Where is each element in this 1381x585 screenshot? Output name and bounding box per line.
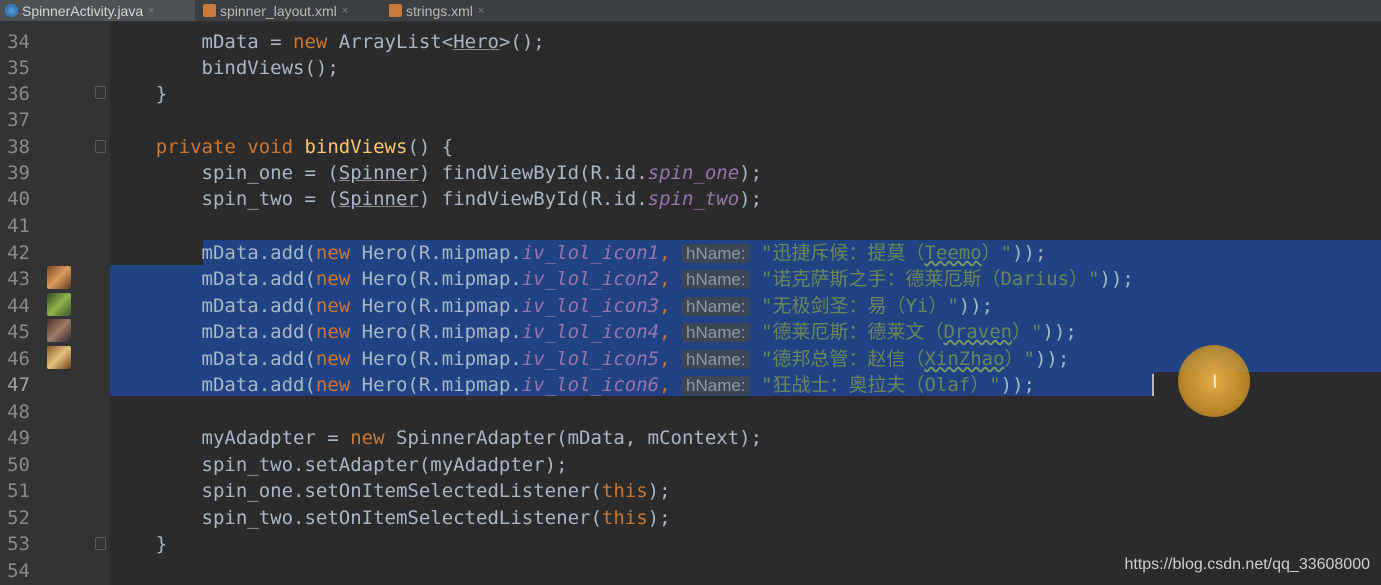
tab-spinner-activity-java[interactable]: SpinnerActivity.java × [0, 0, 195, 21]
editor-tab-bar: SpinnerActivity.java × spinner_layout.xm… [0, 0, 1381, 22]
fold-marker-icon[interactable] [95, 537, 106, 550]
code-line-34[interactable]: mData = new ArrayList<Hero>(); [110, 29, 545, 55]
java-class-icon [5, 4, 18, 17]
text-caret [1152, 374, 1154, 396]
line-number: 41 [7, 215, 30, 237]
fold-marker-icon[interactable] [95, 140, 106, 153]
hero-avatar-yi-icon [47, 319, 71, 342]
line-number: 54 [7, 560, 30, 582]
ibeam-cursor-icon: I [1212, 371, 1218, 393]
line-number: 34 [7, 31, 30, 53]
line-number: 51 [7, 480, 30, 502]
code-line-47[interactable]: mData.add(new Hero(R.mipmap.iv_lol_icon6… [110, 372, 1035, 399]
code-line-39[interactable]: spin_one = (Spinner) findViewById(R.id.s… [110, 160, 763, 186]
tab-spinner-layout-xml[interactable]: spinner_layout.xml × [198, 0, 378, 21]
line-number: 44 [7, 295, 30, 317]
parameter-hint: hName: [682, 350, 750, 369]
line-number: 39 [7, 162, 30, 184]
code-line-40[interactable]: spin_two = (Spinner) findViewById(R.id.s… [110, 186, 763, 212]
watermark: https://blog.csdn.net/qq_33608000 [1124, 556, 1370, 573]
tab-label: SpinnerActivity.java [22, 2, 144, 19]
line-number: 48 [7, 401, 30, 423]
parameter-hint: hName: [682, 323, 750, 342]
parameter-hint: hName: [682, 270, 750, 289]
tab-strings-xml[interactable]: strings.xml × [384, 0, 509, 21]
line-number: 36 [7, 83, 30, 105]
line-number: 49 [7, 427, 30, 449]
line-number: 43 [7, 268, 30, 290]
code-line-49[interactable]: myAdadpter = new SpinnerAdapter(mData, m… [110, 425, 763, 451]
code-line-45[interactable]: mData.add(new Hero(R.mipmap.iv_lol_icon4… [110, 319, 1077, 346]
line-number: 42 [7, 242, 30, 264]
code-line-46[interactable]: mData.add(new Hero(R.mipmap.iv_lol_icon5… [110, 346, 1070, 373]
fold-marker-icon[interactable] [95, 86, 106, 99]
close-icon[interactable]: × [478, 5, 484, 17]
code-line-50[interactable]: spin_two.setAdapter(myAdadpter); [110, 452, 568, 478]
line-number: 53 [7, 533, 30, 555]
line-number: 40 [7, 188, 30, 210]
line-number: 37 [7, 109, 30, 131]
parameter-hint: hName: [682, 376, 750, 395]
close-icon[interactable]: × [342, 5, 348, 17]
parameter-hint: hName: [682, 297, 750, 316]
code-line-53[interactable]: } [110, 531, 167, 557]
line-number: 38 [7, 136, 30, 158]
code-line-42[interactable]: mData.add(new Hero(R.mipmap.iv_lol_icon1… [110, 240, 1047, 267]
code-line-35[interactable]: bindViews(); [110, 55, 339, 81]
parameter-hint: hName: [682, 244, 750, 263]
xml-file-icon [203, 4, 216, 17]
code-line-43[interactable]: mData.add(new Hero(R.mipmap.iv_lol_icon2… [110, 266, 1134, 293]
line-number: 45 [7, 321, 30, 343]
code-line-52[interactable]: spin_two.setOnItemSelectedListener(this)… [110, 505, 671, 531]
line-number-current: 47 [7, 374, 30, 396]
line-number: 52 [7, 507, 30, 529]
code-line-36[interactable]: } [110, 81, 167, 107]
code-line-44[interactable]: mData.add(new Hero(R.mipmap.iv_lol_icon3… [110, 293, 994, 320]
close-icon[interactable]: × [148, 5, 154, 17]
line-number: 46 [7, 348, 30, 370]
tab-label: spinner_layout.xml [220, 2, 337, 19]
hero-avatar-xinzhao-icon [47, 346, 71, 369]
line-number: 50 [7, 454, 30, 476]
line-number: 35 [7, 57, 30, 79]
hero-avatar-teemo-icon [47, 293, 71, 316]
code-line-38[interactable]: private void bindViews() { [110, 134, 453, 160]
xml-file-icon [389, 4, 402, 17]
code-line-51[interactable]: spin_one.setOnItemSelectedListener(this)… [110, 478, 671, 504]
hero-avatar-draven-icon [47, 266, 71, 289]
tab-label: strings.xml [406, 2, 473, 19]
